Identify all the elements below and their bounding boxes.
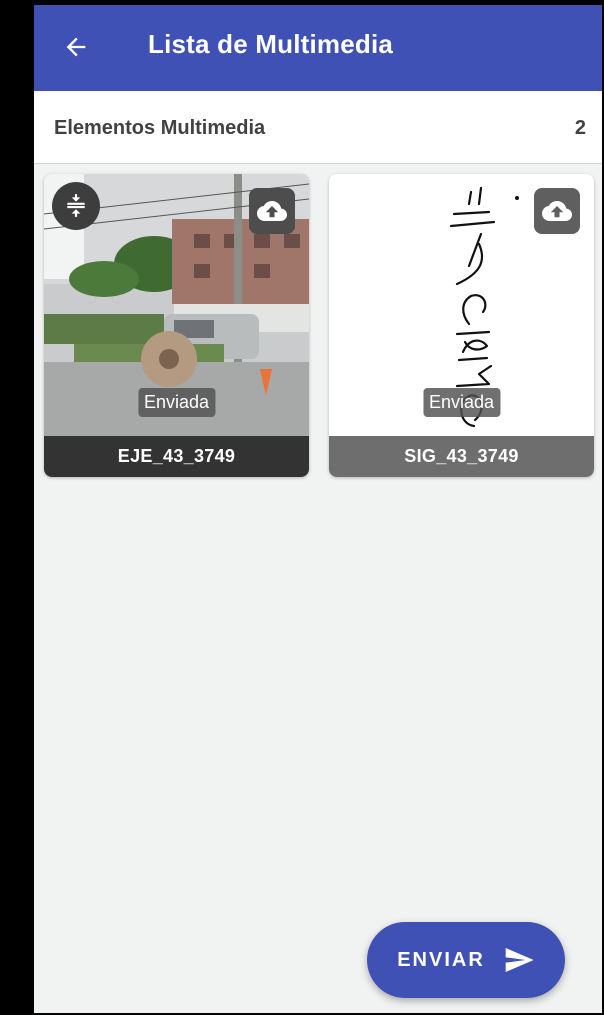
device-frame: Lista de Multimedia Elementos Multimedia… (0, 0, 604, 1015)
item-count: 2 (574, 117, 586, 139)
cloud-upload-icon (257, 201, 287, 221)
media-card[interactable]: Enviada EJE_43_3749 (44, 174, 309, 477)
compress-icon (67, 194, 85, 217)
section-title: Elementos Multimedia (54, 117, 266, 139)
screen: Lista de Multimedia Elementos Multimedia… (34, 5, 602, 1013)
cloud-upload-icon (542, 201, 572, 221)
media-card[interactable]: Enviada SIG_43_3749 (329, 174, 594, 477)
status-badge: Enviada (137, 388, 216, 417)
section-header: Elementos Multimedia 2 (34, 91, 602, 164)
upload-button[interactable] (534, 188, 580, 234)
media-name: SIG_43_3749 (329, 436, 594, 477)
app-bar: Lista de Multimedia (34, 5, 602, 91)
status-badge: Enviada (422, 388, 501, 417)
arrow-left-icon (66, 37, 86, 57)
send-icon (505, 948, 534, 972)
page-title: Lista de Multimedia (148, 29, 394, 59)
send-button[interactable]: ENVIAR (367, 922, 565, 998)
compress-button[interactable] (52, 182, 100, 230)
upload-button[interactable] (249, 188, 295, 234)
back-button[interactable] (56, 27, 96, 67)
media-name: EJE_43_3749 (44, 436, 309, 477)
send-button-label: ENVIAR (397, 948, 485, 971)
